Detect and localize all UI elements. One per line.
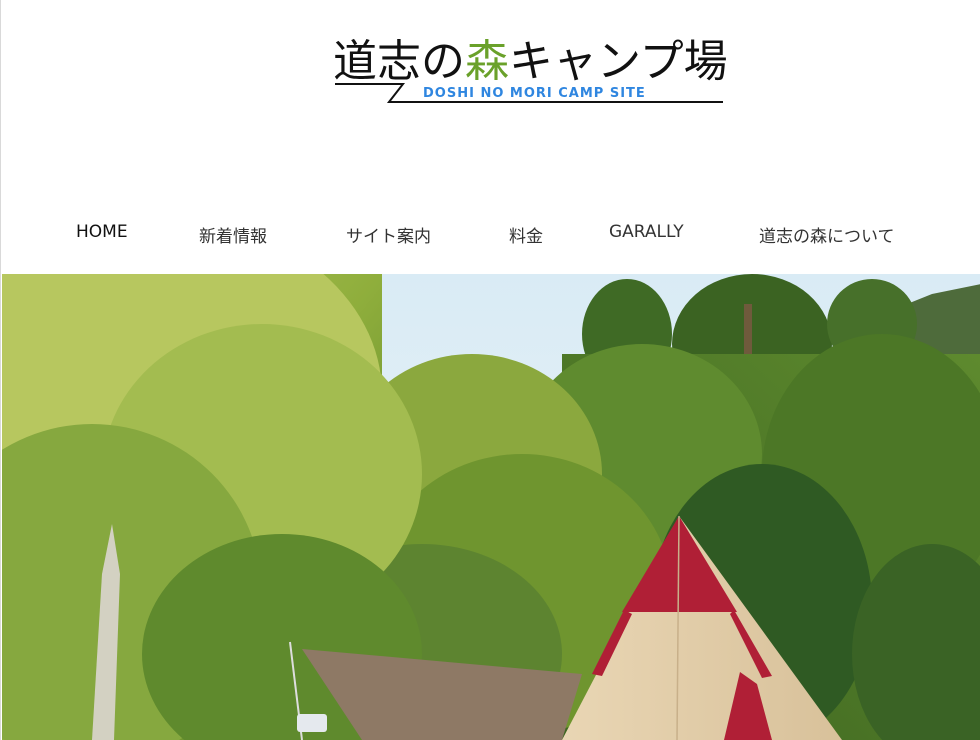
logo-subtitle: DOSHI NO MORI CAMP SITE xyxy=(423,86,646,101)
nav-item-fees[interactable]: 料金 xyxy=(509,222,543,247)
site-header: 道志の森キャンプ場 DOSHI NO MORI CAMP SITE xyxy=(1,0,980,200)
nav-item-home[interactable]: HOME xyxy=(76,222,128,242)
nav-item-about[interactable]: 道志の森について xyxy=(759,222,895,247)
page: 道志の森キャンプ場 DOSHI NO MORI CAMP SITE HOME 新… xyxy=(0,0,980,740)
logo-title-part1: 道志の xyxy=(333,36,465,87)
nav-item-gallery[interactable]: GARALLY xyxy=(609,222,684,242)
main-nav: HOME 新着情報 サイト案内 料金 GARALLY 道志の森について xyxy=(1,212,980,262)
nav-item-site-guide[interactable]: サイト案内 xyxy=(346,222,431,247)
logo-title-part2: キャンプ場 xyxy=(509,36,728,87)
site-logo[interactable]: 道志の森キャンプ場 DOSHI NO MORI CAMP SITE xyxy=(333,34,728,106)
hero-image xyxy=(2,274,980,740)
nav-item-news[interactable]: 新着情報 xyxy=(199,222,267,247)
logo-title-highlight: 森 xyxy=(465,36,509,87)
forest-campsite-photo xyxy=(2,274,980,740)
